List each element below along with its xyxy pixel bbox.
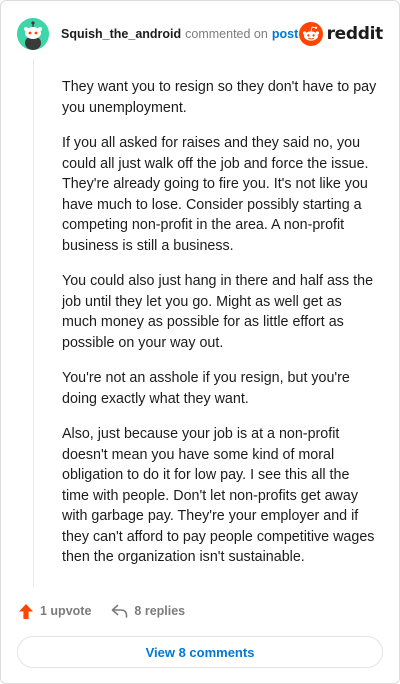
upvote-count: 1 upvote <box>40 604 92 618</box>
reddit-logo-icon <box>298 22 323 46</box>
comment-paragraph: You could also just hang in there and ha… <box>62 273 374 351</box>
comment-body: They want you to resign so they don't ha… <box>62 77 380 583</box>
comment-actions: 1 upvote 8 replies <box>18 601 185 621</box>
reply-arrow-icon <box>112 604 128 618</box>
view-comments-button[interactable]: View 8 comments <box>17 636 383 668</box>
commented-on-text: commented on <box>185 27 268 41</box>
comment-meta: Squish_the_android commented on post <box>61 27 298 41</box>
upvote-button[interactable]: 1 upvote <box>18 603 91 620</box>
post-link[interactable]: post <box>272 27 298 41</box>
snoo-avatar-icon[interactable] <box>17 18 49 50</box>
reddit-wordmark: reddit <box>326 24 384 44</box>
thread-line <box>33 59 34 587</box>
comment-paragraph: They want you to resign so they don't ha… <box>62 79 377 116</box>
replies-button[interactable]: 8 replies <box>111 604 185 618</box>
comment-paragraph: If you all asked for raises and they sai… <box>62 135 369 254</box>
username-link[interactable]: Squish_the_android <box>61 27 181 41</box>
reddit-brand[interactable]: reddit <box>298 22 384 46</box>
comment-header: Squish_the_android commented on post red… <box>17 18 383 50</box>
replies-count: 8 replies <box>134 604 186 618</box>
comment-paragraph: Also, just because your job is at a non-… <box>62 426 375 565</box>
comment-paragraph: You're not an asshole if you resign, but… <box>62 370 350 407</box>
upvote-arrow-icon <box>19 603 33 619</box>
comment-card: Squish_the_android commented on post red… <box>0 0 400 684</box>
